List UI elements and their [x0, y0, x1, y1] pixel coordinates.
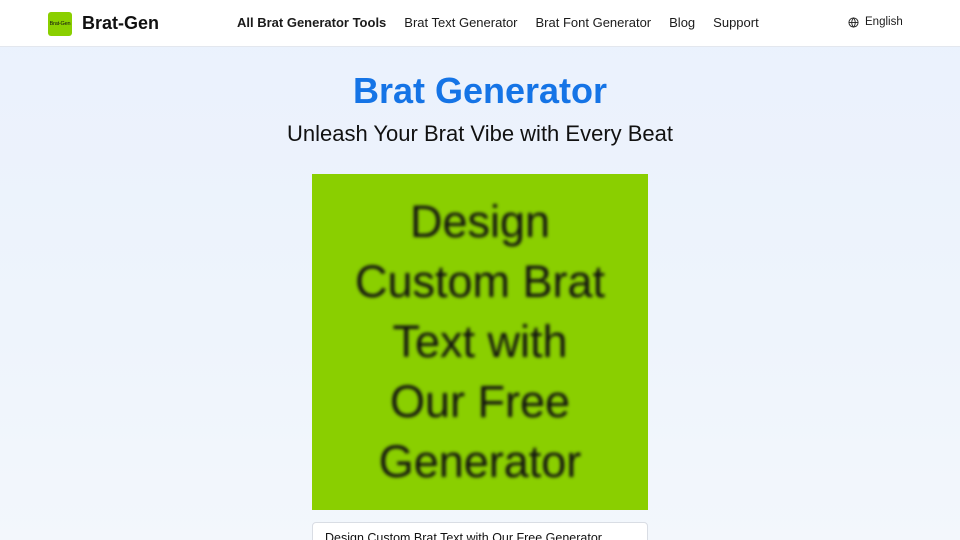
brat-text-input[interactable]: Design Custom Brat Text with Our Free Ge…: [312, 522, 648, 540]
brand-name: Brat-Gen: [82, 13, 160, 33]
globe-icon: [848, 16, 859, 28]
nav-all-tools[interactable]: All Brat Generator Tools: [237, 15, 386, 30]
nav-support[interactable]: Support: [713, 15, 759, 30]
brat-preview-canvas: Design Custom Brat Text with Our Free Ge…: [312, 174, 648, 510]
top-navbar: Brat-Gen Brat-Gen All Brat Generator Too…: [0, 0, 960, 47]
language-label: English: [865, 16, 903, 28]
nav-brat-font-generator[interactable]: Brat Font Generator: [536, 15, 652, 30]
page-subtitle: Unleash Your Brat Vibe with Every Beat: [286, 121, 674, 146]
language-selector[interactable]: English: [848, 16, 903, 28]
brand-home-link[interactable]: Brat-Gen Brat-Gen: [48, 11, 159, 36]
nav-blog[interactable]: Blog: [669, 15, 695, 30]
nav-brat-text-generator[interactable]: Brat Text Generator: [404, 15, 517, 30]
main-nav: All Brat Generator Tools Brat Text Gener…: [237, 15, 777, 30]
page-title: Brat Generator: [352, 70, 608, 111]
brand-logo: Brat-Gen: [48, 11, 72, 36]
brat-preview-text: Design Custom Brat Text with Our Free Ge…: [354, 196, 606, 487]
